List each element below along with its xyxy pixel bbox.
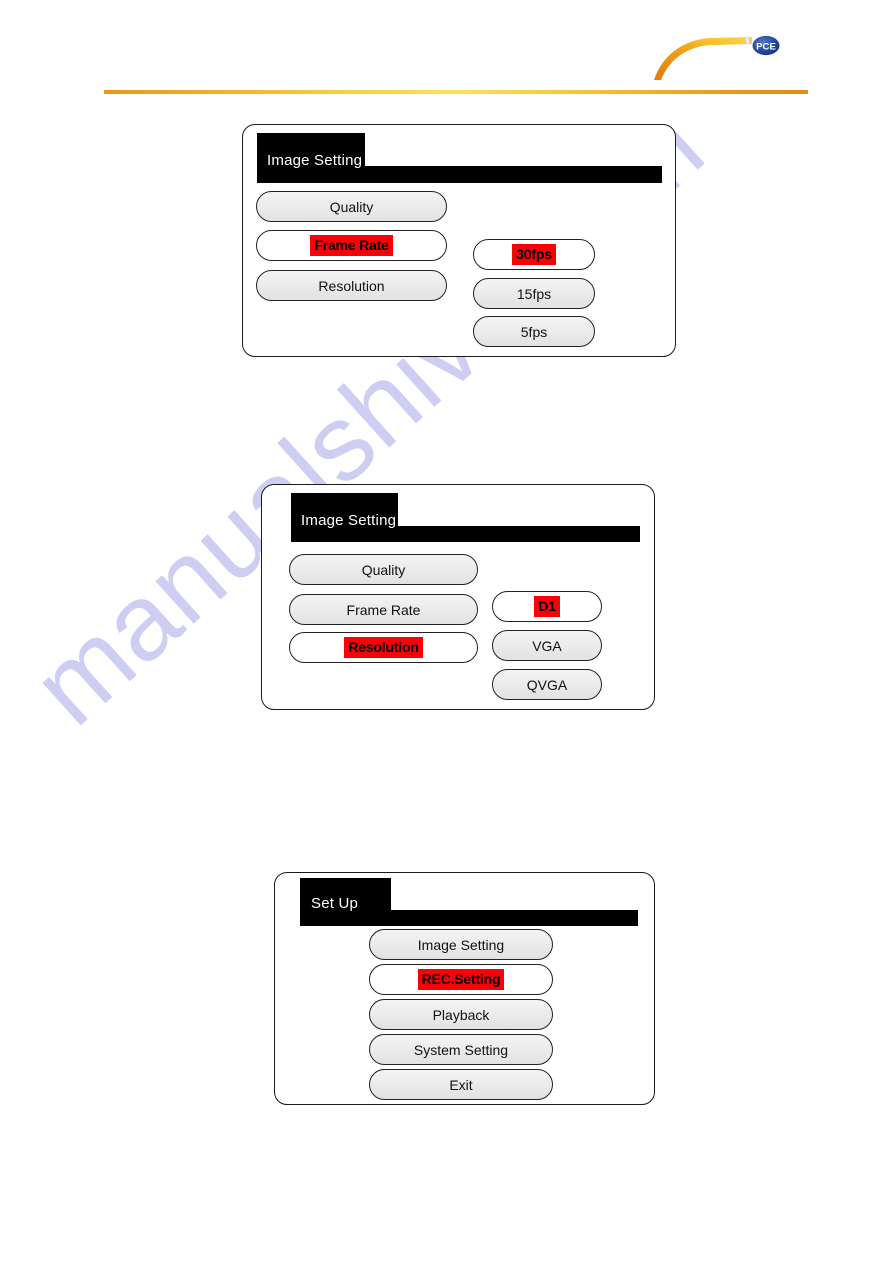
page-header: PCE <box>0 0 893 110</box>
menu-item-resolution[interactable]: Resolution <box>289 632 478 663</box>
menu-item-quality[interactable]: Quality <box>289 554 478 585</box>
option-5fps[interactable]: 5fps <box>473 316 595 347</box>
menu-item-frame-rate[interactable]: Frame Rate <box>256 230 447 261</box>
panel-image-setting-resolution: Image Setting Quality Frame Rate Resolut… <box>261 484 655 710</box>
menu-item-label: Quality <box>329 198 374 215</box>
brand-swoosh-icon <box>654 36 752 80</box>
menu-item-label: Quality <box>361 561 406 578</box>
menu-item-quality[interactable]: Quality <box>256 191 447 222</box>
menu-item-label: Image Setting <box>417 936 505 953</box>
menu-item-label: Resolution <box>318 277 385 294</box>
option-label: 15fps <box>516 285 552 302</box>
menu-item-image-setting[interactable]: Image Setting <box>369 929 553 960</box>
menu-item-label: Resolution <box>344 637 423 658</box>
menu-item-label: Frame Rate <box>346 601 421 618</box>
menu-item-system-setting[interactable]: System Setting <box>369 1034 553 1065</box>
header-divider-rule <box>104 90 808 94</box>
menu-item-label: REC.Setting <box>417 969 505 990</box>
menu-item-label: Playback <box>432 1006 490 1023</box>
menu-item-resolution[interactable]: Resolution <box>256 270 447 301</box>
svg-text:PCE: PCE <box>756 41 776 52</box>
option-label: QVGA <box>526 676 568 693</box>
panel-set-up: Set Up Image Setting REC.Setting Playbac… <box>274 872 655 1105</box>
menu-item-label: Frame Rate <box>310 235 393 256</box>
option-vga[interactable]: VGA <box>492 630 602 661</box>
option-d1[interactable]: D1 <box>492 591 602 622</box>
option-label: VGA <box>532 637 562 654</box>
panel-title: Set Up <box>311 895 359 912</box>
option-qvga[interactable]: QVGA <box>492 669 602 700</box>
title-strip-bar <box>291 526 640 542</box>
title-tab-block <box>291 493 398 542</box>
menu-item-exit[interactable]: Exit <box>369 1069 553 1100</box>
menu-item-frame-rate[interactable]: Frame Rate <box>289 594 478 625</box>
menu-item-label: Exit <box>449 1076 473 1093</box>
menu-item-rec-setting[interactable]: REC.Setting <box>369 964 553 995</box>
panel-title: Image Setting <box>301 512 397 529</box>
menu-item-label: System Setting <box>413 1041 509 1058</box>
title-tab-block <box>300 878 391 926</box>
option-label: 5fps <box>520 323 548 340</box>
option-30fps[interactable]: 30fps <box>473 239 595 270</box>
menu-item-playback[interactable]: Playback <box>369 999 553 1030</box>
panel-image-setting-frame-rate: Image Setting Quality Frame Rate Resolut… <box>242 124 676 357</box>
title-strip-bar <box>300 910 638 926</box>
title-tab-block <box>257 133 365 183</box>
option-label: 30fps <box>512 244 556 265</box>
panel-title: Image Setting <box>267 152 363 169</box>
pce-logo-icon: PCE <box>752 35 780 56</box>
title-strip-bar <box>257 166 662 183</box>
option-label: D1 <box>534 596 560 617</box>
option-15fps[interactable]: 15fps <box>473 278 595 309</box>
